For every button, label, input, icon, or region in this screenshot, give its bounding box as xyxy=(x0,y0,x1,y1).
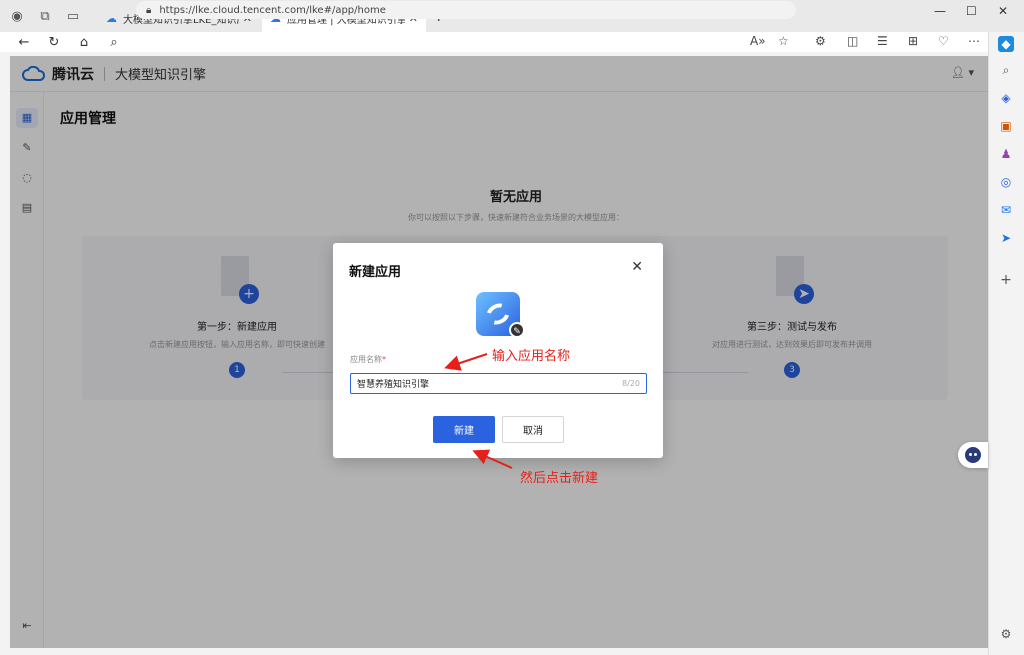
click-hint-annotation: 然后点击新建 xyxy=(520,471,599,486)
arrow-to-input xyxy=(444,353,488,371)
assistant-robot-button[interactable] xyxy=(958,442,988,468)
annotation-arrows xyxy=(444,353,513,469)
input-hint-annotation: 输入应用名称 xyxy=(492,349,571,364)
robot-icon xyxy=(965,447,981,463)
arrow-to-create xyxy=(472,449,513,469)
